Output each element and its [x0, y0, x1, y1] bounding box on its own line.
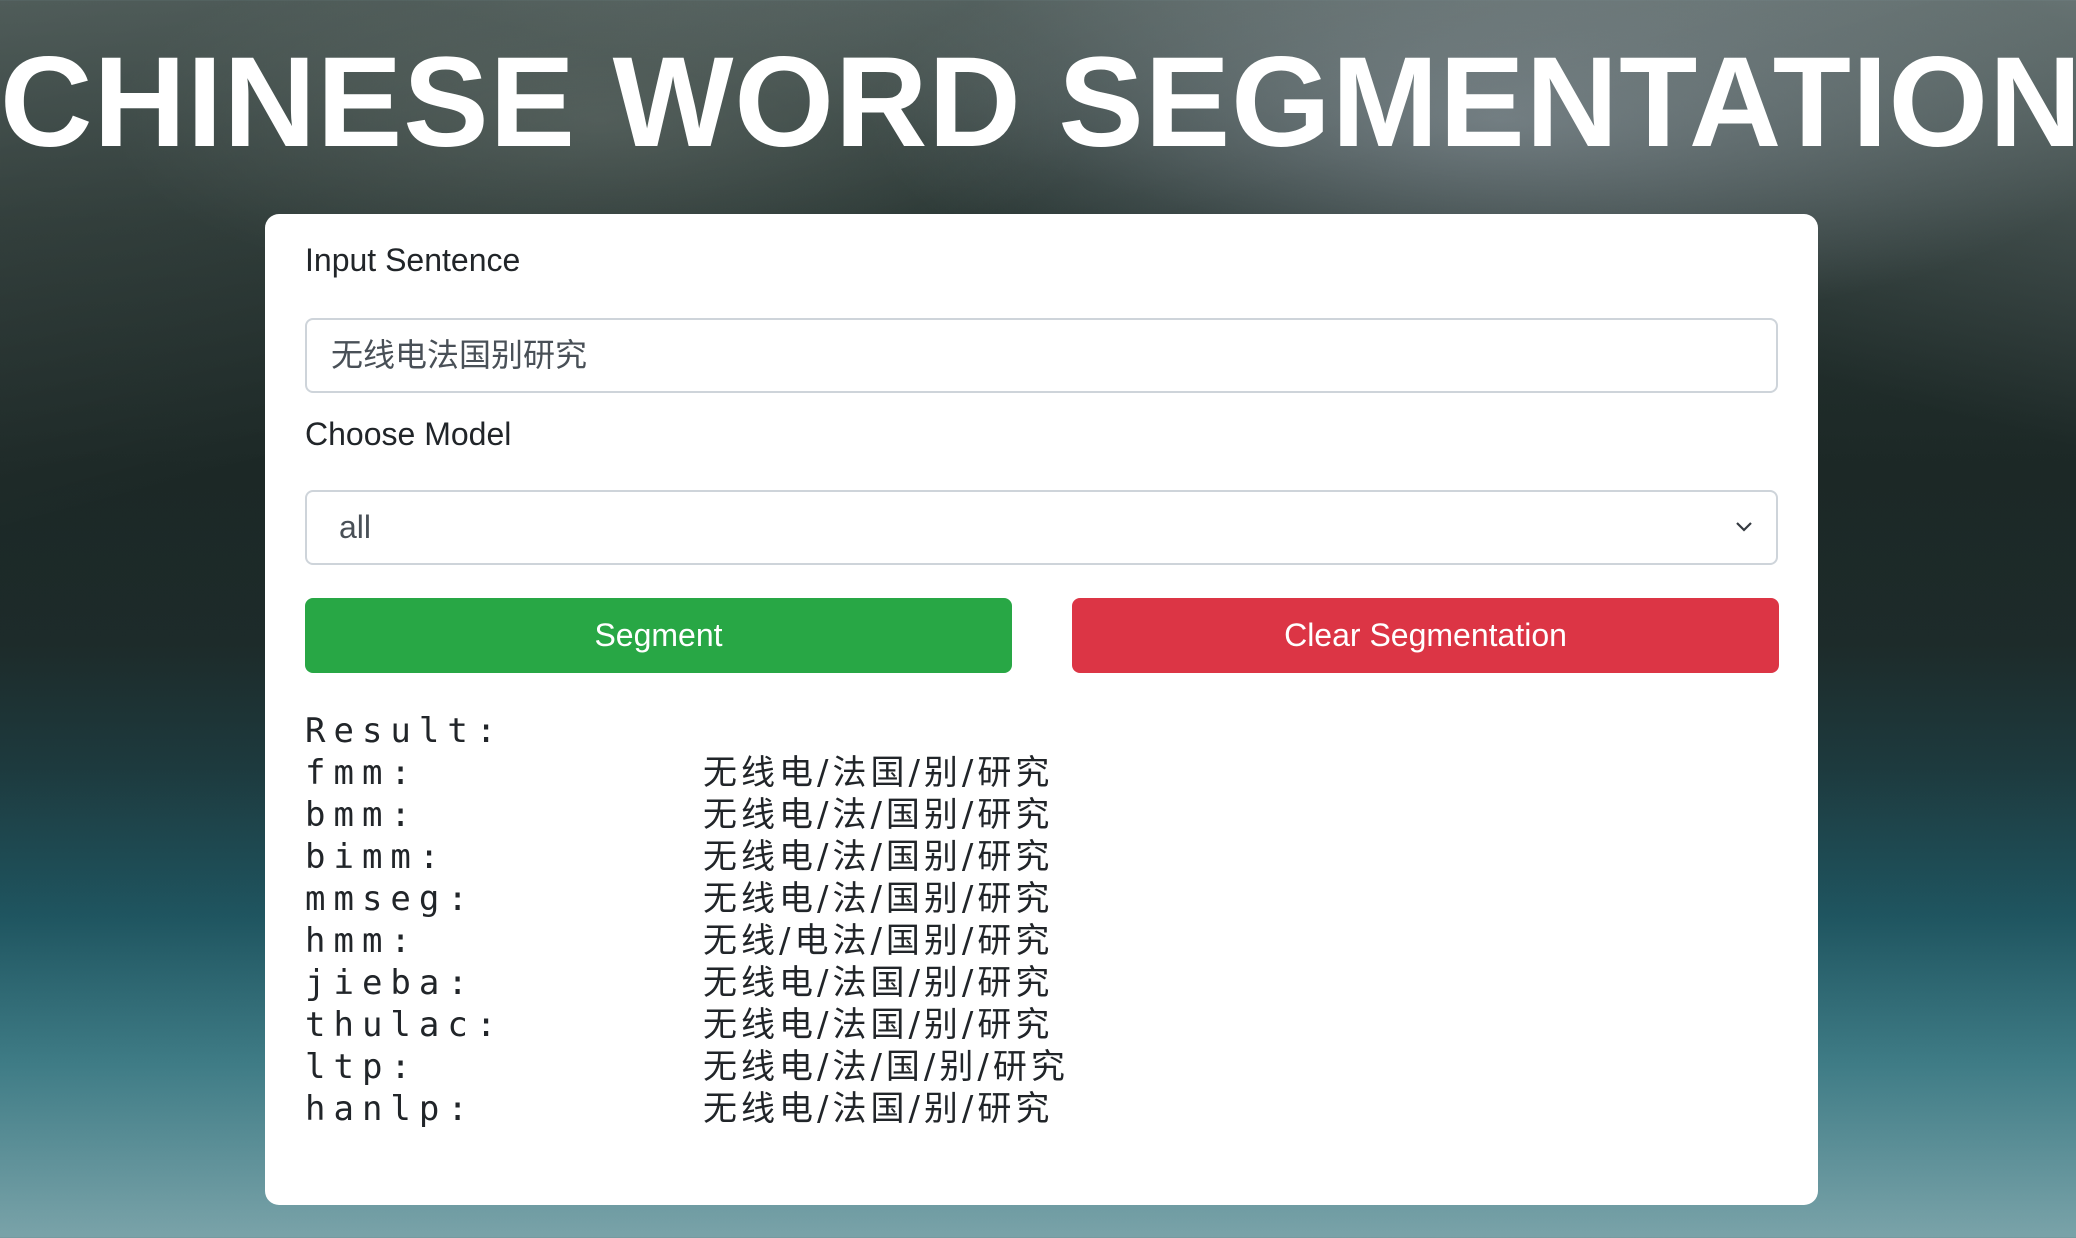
segmentation-output: 无线电/法国/别/研究 — [703, 1089, 1054, 1129]
segmentation-output: 无线/电法/国别/研究 — [703, 921, 1054, 961]
model-name: thulac: — [305, 1005, 505, 1045]
clear-segmentation-button[interactable]: Clear Segmentation — [1072, 598, 1779, 673]
model-name: bimm: — [305, 837, 448, 877]
result-panel: Result: fmm: 无线电/法国/别/研究 bmm: 无线电/法/国别/研… — [305, 710, 1705, 1130]
segmentation-output: 无线电/法/国/别/研究 — [703, 1047, 1069, 1087]
segmentation-output: 无线电/法国/别/研究 — [703, 1005, 1054, 1045]
model-name: hmm: — [305, 921, 419, 961]
result-row: bmm: 无线电/法/国别/研究 — [305, 794, 1705, 836]
result-row: hmm: 无线/电法/国别/研究 — [305, 920, 1705, 962]
result-heading: Result: — [305, 711, 505, 751]
page-title: CHINESE WORD SEGMENTATION — [0, 31, 2076, 174]
model-select[interactable]: all — [305, 490, 1778, 565]
result-row: thulac: 无线电/法国/别/研究 — [305, 1004, 1705, 1046]
model-select-value: all — [339, 509, 372, 545]
segment-button[interactable]: Segment — [305, 598, 1012, 673]
model-name: bmm: — [305, 795, 419, 835]
model-name: fmm: — [305, 753, 419, 793]
model-name: ltp: — [305, 1047, 419, 1087]
sentence-input[interactable]: 无线电法国别研究 — [305, 318, 1778, 393]
segmentation-output: 无线电/法/国别/研究 — [703, 837, 1054, 877]
model-name: mmseg: — [305, 879, 476, 919]
result-row: hanlp: 无线电/法国/别/研究 — [305, 1088, 1705, 1130]
sentence-input-value: 无线电法国别研究 — [331, 336, 588, 374]
model-name: hanlp: — [305, 1089, 476, 1129]
segmentation-output: 无线电/法/国别/研究 — [703, 795, 1054, 835]
chevron-down-icon — [1736, 522, 1752, 532]
model-name: jieba: — [305, 963, 476, 1003]
result-row: ltp: 无线电/法/国/别/研究 — [305, 1046, 1705, 1088]
result-row: mmseg: 无线电/法/国别/研究 — [305, 878, 1705, 920]
choose-model-label: Choose Model — [305, 416, 512, 452]
segmentation-output: 无线电/法/国别/研究 — [703, 879, 1054, 919]
segmentation-output: 无线电/法国/别/研究 — [703, 753, 1054, 793]
result-row: jieba: 无线电/法国/别/研究 — [305, 962, 1705, 1004]
result-row: bimm: 无线电/法/国别/研究 — [305, 836, 1705, 878]
segmentation-output: 无线电/法国/别/研究 — [703, 963, 1054, 1003]
input-sentence-label: Input Sentence — [305, 242, 521, 278]
segmentation-form-card: Input Sentence 无线电法国别研究 Choose Model all… — [265, 214, 1818, 1205]
result-row: fmm: 无线电/法国/别/研究 — [305, 752, 1705, 794]
